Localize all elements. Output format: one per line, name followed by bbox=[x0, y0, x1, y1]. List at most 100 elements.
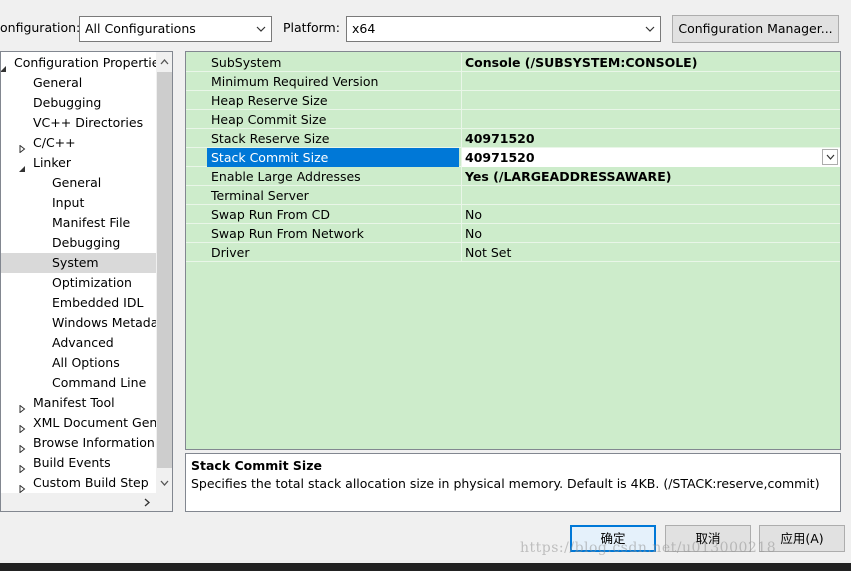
expanded-triangle-icon[interactable] bbox=[1, 59, 7, 72]
tree-item[interactable]: All Options bbox=[1, 353, 156, 373]
property-name: Swap Run From Network bbox=[211, 226, 364, 241]
description-panel: Stack Commit Size Specifies the total st… bbox=[185, 453, 841, 512]
property-grid[interactable]: SubSystem Console (/SUBSYSTEM:CONSOLE) Min… bbox=[185, 51, 841, 450]
tree-item[interactable]: Configuration Properties bbox=[1, 53, 156, 73]
tree-item[interactable]: Input bbox=[1, 193, 156, 213]
tree-item[interactable]: Embedded IDL bbox=[1, 293, 156, 313]
property-value[interactable]: 40971520 bbox=[461, 129, 840, 148]
tree-item[interactable]: Linker bbox=[1, 153, 156, 173]
tree-item-label: Debugging bbox=[52, 235, 121, 250]
tree-item[interactable]: Manifest File bbox=[1, 213, 156, 233]
property-name: Heap Reserve Size bbox=[211, 93, 328, 108]
property-value-text: No bbox=[465, 207, 482, 222]
property-value[interactable] bbox=[461, 72, 840, 91]
scroll-down-icon[interactable] bbox=[156, 475, 172, 491]
property-value-text: 40971520 bbox=[465, 150, 535, 165]
taskbar bbox=[0, 563, 851, 571]
tree-item-label: Linker bbox=[33, 155, 71, 170]
chevron-down-icon[interactable] bbox=[822, 149, 838, 165]
property-value[interactable] bbox=[461, 110, 840, 129]
tree-item-label: Command Line bbox=[52, 375, 147, 390]
property-row[interactable]: Heap Reserve Size bbox=[186, 91, 840, 110]
property-name: Swap Run From CD bbox=[211, 207, 330, 222]
property-value[interactable] bbox=[461, 91, 840, 110]
tree-item[interactable]: General bbox=[1, 173, 156, 193]
property-value[interactable]: No bbox=[461, 205, 840, 224]
property-value[interactable]: Not Set bbox=[461, 243, 840, 262]
property-value[interactable]: Console (/SUBSYSTEM:CONSOLE) bbox=[461, 53, 840, 72]
property-value-text: No bbox=[465, 226, 482, 241]
collapsed-triangle-icon[interactable] bbox=[18, 459, 26, 473]
property-name: Minimum Required Version bbox=[211, 74, 379, 89]
tree-vertical-scrollbar[interactable] bbox=[156, 52, 172, 493]
collapsed-triangle-icon[interactable] bbox=[18, 399, 26, 413]
scroll-right-icon[interactable] bbox=[139, 494, 155, 510]
property-value[interactable]: No bbox=[461, 224, 840, 243]
configuration-combo[interactable]: All Configurations bbox=[79, 16, 272, 42]
platform-value: x64 bbox=[352, 21, 376, 36]
property-tree[interactable]: Configuration Properties General Debugging… bbox=[0, 51, 173, 512]
property-row[interactable]: SubSystem Console (/SUBSYSTEM:CONSOLE) bbox=[186, 53, 840, 72]
tree-item[interactable]: Advanced bbox=[1, 333, 156, 353]
property-row[interactable]: Swap Run From CD No bbox=[186, 205, 840, 224]
tree-horizontal-scrollbar[interactable] bbox=[1, 493, 172, 511]
platform-combo[interactable]: x64 bbox=[346, 16, 661, 42]
property-name: Driver bbox=[211, 245, 250, 260]
expanded-triangle-icon[interactable] bbox=[18, 159, 26, 172]
tree-item-label: Windows Metada bbox=[52, 315, 156, 330]
tree-item[interactable]: Build Events bbox=[1, 453, 156, 473]
tree-item[interactable]: General bbox=[1, 73, 156, 93]
tree-item[interactable]: Optimization bbox=[1, 273, 156, 293]
tree-item[interactable]: XML Document Gene bbox=[1, 413, 156, 433]
collapsed-triangle-icon[interactable] bbox=[18, 419, 26, 433]
property-value-text: Yes (/LARGEADDRESSAWARE) bbox=[465, 169, 672, 184]
tree-item[interactable]: Debugging bbox=[1, 233, 156, 253]
tree-item-label: Build Events bbox=[33, 455, 111, 470]
configuration-value: All Configurations bbox=[85, 21, 196, 36]
tree-item-label: General bbox=[33, 75, 83, 90]
property-value[interactable]: Yes (/LARGEADDRESSAWARE) bbox=[461, 167, 840, 186]
configuration-label: onfiguration: bbox=[0, 20, 81, 35]
property-row[interactable]: Driver Not Set bbox=[186, 243, 840, 262]
tree-item-label: Embedded IDL bbox=[52, 295, 144, 310]
tree-item-label: Advanced bbox=[52, 335, 114, 350]
tree-item[interactable]: Manifest Tool bbox=[1, 393, 156, 413]
collapsed-triangle-icon[interactable] bbox=[18, 479, 26, 493]
property-row[interactable]: Terminal Server bbox=[186, 186, 840, 205]
tree-item-label: Manifest File bbox=[52, 215, 131, 230]
tree-item[interactable]: Debugging bbox=[1, 93, 156, 113]
property-row[interactable]: Minimum Required Version bbox=[186, 72, 840, 91]
property-row[interactable]: Enable Large Addresses Yes (/LARGEADDRESS… bbox=[186, 167, 840, 186]
tree-item[interactable]: C/C++ bbox=[1, 133, 156, 153]
property-name: Stack Commit Size bbox=[207, 148, 459, 167]
property-row[interactable]: Heap Commit Size bbox=[186, 110, 840, 129]
property-row[interactable]: Swap Run From Network No bbox=[186, 224, 840, 243]
tree-item-label: General bbox=[52, 175, 102, 190]
tree-item-label: Configuration Properties bbox=[14, 55, 156, 70]
tree-item[interactable]: Custom Build Step bbox=[1, 473, 156, 493]
tree-item[interactable]: Windows Metada bbox=[1, 313, 156, 333]
tree-item-label: VC++ Directories bbox=[33, 115, 144, 130]
property-value-text: Console (/SUBSYSTEM:CONSOLE) bbox=[465, 55, 698, 70]
tree-item[interactable]: Command Line bbox=[1, 373, 156, 393]
collapsed-triangle-icon[interactable] bbox=[18, 139, 26, 153]
tree-item-label: System bbox=[52, 255, 99, 270]
property-row[interactable]: Stack Reserve Size 40971520 bbox=[186, 129, 840, 148]
tree-item[interactable]: VC++ Directories bbox=[1, 113, 156, 133]
property-value[interactable]: 40971520 bbox=[461, 148, 840, 167]
scroll-up-icon[interactable] bbox=[156, 54, 172, 70]
property-value[interactable] bbox=[461, 186, 840, 205]
tree-item[interactable]: System bbox=[1, 253, 156, 273]
configuration-manager-button[interactable]: Configuration Manager... bbox=[672, 15, 839, 43]
tree-item-label: Browse Information bbox=[33, 435, 155, 450]
platform-label: Platform: bbox=[283, 20, 340, 35]
description-title: Stack Commit Size bbox=[191, 458, 322, 473]
tree-scroll-thumb[interactable] bbox=[157, 72, 172, 468]
tree-item-label: XML Document Gene bbox=[33, 415, 156, 430]
tree-item-label: Manifest Tool bbox=[33, 395, 115, 410]
property-row[interactable]: Stack Commit Size 40971520 bbox=[186, 148, 840, 167]
tree-item[interactable]: Browse Information bbox=[1, 433, 156, 453]
property-name: Terminal Server bbox=[211, 188, 309, 203]
collapsed-triangle-icon[interactable] bbox=[18, 439, 26, 453]
tree-item-label: C/C++ bbox=[33, 135, 76, 150]
